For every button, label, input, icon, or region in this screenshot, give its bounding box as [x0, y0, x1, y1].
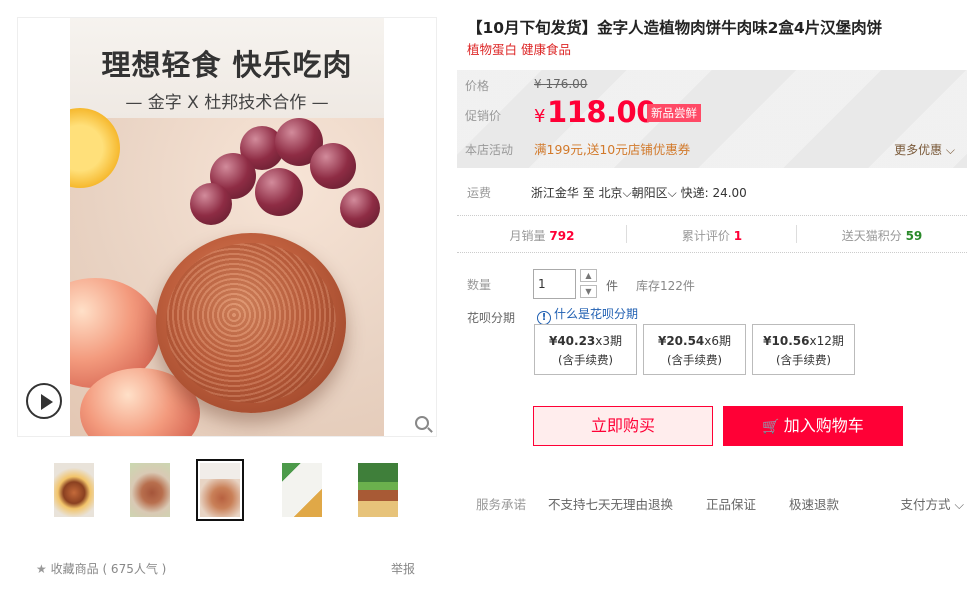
star-icon: ★ — [36, 562, 47, 576]
plan-term: x3期 — [595, 334, 623, 348]
service-promises: 服务承诺 不支持七天无理由退换 正品保证 极速退款 — [476, 494, 868, 513]
plan-amount: ¥20.54 — [657, 334, 705, 348]
photo-banner: 理想轻食 快乐吃肉 — 金字 X 杜邦技术合作 — — [70, 18, 384, 118]
popularity-count: ( 675人气 ) — [102, 562, 167, 576]
collect-label: 收藏商品 — [50, 562, 99, 576]
stock-count: 库存122件 — [636, 279, 695, 293]
grape — [190, 183, 232, 225]
district-value: 朝阳区 — [631, 186, 668, 200]
grape — [310, 143, 356, 189]
plan-fee-note: (含手续费) — [558, 353, 613, 367]
monthly-sales: 月销量 792 — [457, 227, 627, 244]
sales-label: 月销量 — [509, 229, 546, 243]
sales-value: 792 — [549, 229, 575, 243]
plan-amount: ¥40.23 — [548, 334, 596, 348]
thumbnail-5[interactable] — [354, 459, 402, 521]
points-label: 送天猫积分 — [841, 229, 902, 243]
banner-subtitle: — 金字 X 杜邦技术合作 — — [125, 93, 329, 113]
product-photo: 理想轻食 快乐吃肉 — 金字 X 杜邦技术合作 — — [70, 18, 384, 436]
main-product-image[interactable]: 理想轻食 快乐吃肉 — 金字 X 杜邦技术合作 — — [17, 17, 437, 437]
quantity-decrease-icon[interactable]: ▼ — [580, 285, 597, 298]
city-value: 北京 — [598, 186, 623, 200]
collect-product[interactable]: ★ 收藏商品 ( 675人气 ) — [36, 560, 166, 577]
add-to-cart-button[interactable]: 🛒 加入购物车 — [723, 406, 903, 446]
product-title: 【10月下旬发货】金字人造植物肉饼牛肉味2盒4片汉堡肉饼 — [467, 19, 883, 37]
tmall-points: 送天猫积分 59 — [797, 227, 967, 244]
add-to-cart-label: 加入购物车 — [783, 416, 864, 435]
payment-label: 支付方式 — [900, 497, 951, 512]
buy-now-button[interactable]: 立即购买 — [533, 406, 713, 446]
banner-title: 理想轻食 快乐吃肉 — [101, 48, 353, 82]
list-price: ¥ 176.00 — [534, 77, 588, 91]
grape — [340, 188, 380, 228]
info-icon: ! — [537, 311, 551, 325]
quantity-increase-icon[interactable]: ▲ — [580, 269, 597, 282]
installment-plan-12[interactable]: ¥10.56x12期 (含手续费) — [752, 324, 855, 375]
huabei-label: 花呗分期 — [467, 311, 516, 325]
thumbnail-1[interactable] — [50, 459, 98, 521]
promo-price-label: 促销价 — [465, 109, 502, 123]
more-offers-label: 更多优惠 — [894, 143, 943, 157]
chevron-down-icon: ⌵ — [667, 186, 677, 200]
huabei-help-link[interactable]: ! 什么是花呗分期 — [537, 305, 638, 325]
stats-bar: 月销量 792 累计评价 1 送天猫积分 59 — [457, 215, 967, 253]
more-offers-button[interactable]: 更多优惠 ⌵ — [894, 141, 955, 158]
food-scene — [70, 108, 384, 436]
new-product-badge: 新品尝鲜 — [647, 104, 701, 122]
cart-icon: 🛒 — [762, 419, 780, 435]
plan-amount: ¥10.56 — [763, 334, 810, 348]
play-video-icon[interactable] — [26, 383, 62, 419]
quantity-label: 数量 — [467, 278, 492, 292]
service-label: 服务承诺 — [476, 497, 527, 512]
currency-symbol: ¥ — [534, 106, 546, 127]
activity-label: 本店活动 — [465, 143, 514, 157]
quantity-input[interactable] — [533, 269, 576, 299]
reviews-label: 累计评价 — [681, 229, 730, 243]
installment-plan-6[interactable]: ¥20.54x6期 (含手续费) — [643, 324, 746, 375]
list-price-label: 价格 — [465, 79, 490, 93]
grape — [255, 168, 303, 216]
plan-term: x12期 — [809, 334, 844, 348]
city-select[interactable]: 北京⌵ — [599, 186, 632, 200]
payment-methods[interactable]: 支付方式 ⌵ — [901, 494, 964, 513]
thumbnail-4[interactable] — [278, 459, 326, 521]
district-select[interactable]: 朝阳区⌵ — [632, 186, 677, 200]
points-value: 59 — [905, 229, 923, 243]
installment-plan-3[interactable]: ¥40.23x3期 (含手续费) — [534, 324, 637, 375]
chevron-down-icon: ⌵ — [950, 497, 964, 512]
service-item[interactable]: 极速退款 — [789, 497, 839, 512]
store-activity[interactable]: 满199元,送10元店铺优惠券 — [534, 139, 690, 158]
price-box: 价格 ¥ 176.00 促销价 ¥ 118.00 新品尝鲜 本店活动 满199元… — [457, 70, 967, 168]
total-reviews[interactable]: 累计评价 1 — [627, 227, 797, 244]
chevron-down-icon: ⌵ — [622, 186, 632, 200]
thumbnail-3[interactable] — [196, 459, 244, 521]
plan-fee-note: (含手续费) — [667, 353, 722, 367]
service-item[interactable]: 不支持七天无理由退换 — [548, 497, 673, 512]
shipping-label: 运费 — [467, 186, 492, 200]
huabei-help-text: 什么是花呗分期 — [554, 307, 639, 321]
report-link[interactable]: 举报 — [391, 560, 415, 577]
product-subtitle: 植物蛋白 健康食品 — [467, 42, 571, 57]
thumbnail-2[interactable] — [126, 459, 174, 521]
service-item[interactable]: 正品保证 — [706, 497, 756, 512]
shipping-row: 运费 浙江金华 至 北京⌵朝阳区⌵ 快递: 24.00 — [467, 184, 747, 201]
reviews-value: 1 — [733, 229, 743, 243]
quantity-unit: 件 — [606, 279, 619, 293]
zoom-icon[interactable] — [415, 416, 429, 430]
lemon-slice — [70, 108, 120, 188]
thumbnail-strip — [50, 459, 410, 521]
express-fee: 快递: 24.00 — [680, 186, 747, 200]
chevron-down-icon: ⌵ — [942, 143, 955, 157]
promo-price: 118.00 — [547, 95, 656, 129]
ship-from: 浙江金华 — [530, 186, 579, 200]
plan-fee-note: (含手续费) — [776, 353, 831, 367]
ship-to-word: 至 — [582, 186, 595, 200]
plan-term: x6期 — [704, 334, 732, 348]
burger-patty — [156, 233, 346, 413]
